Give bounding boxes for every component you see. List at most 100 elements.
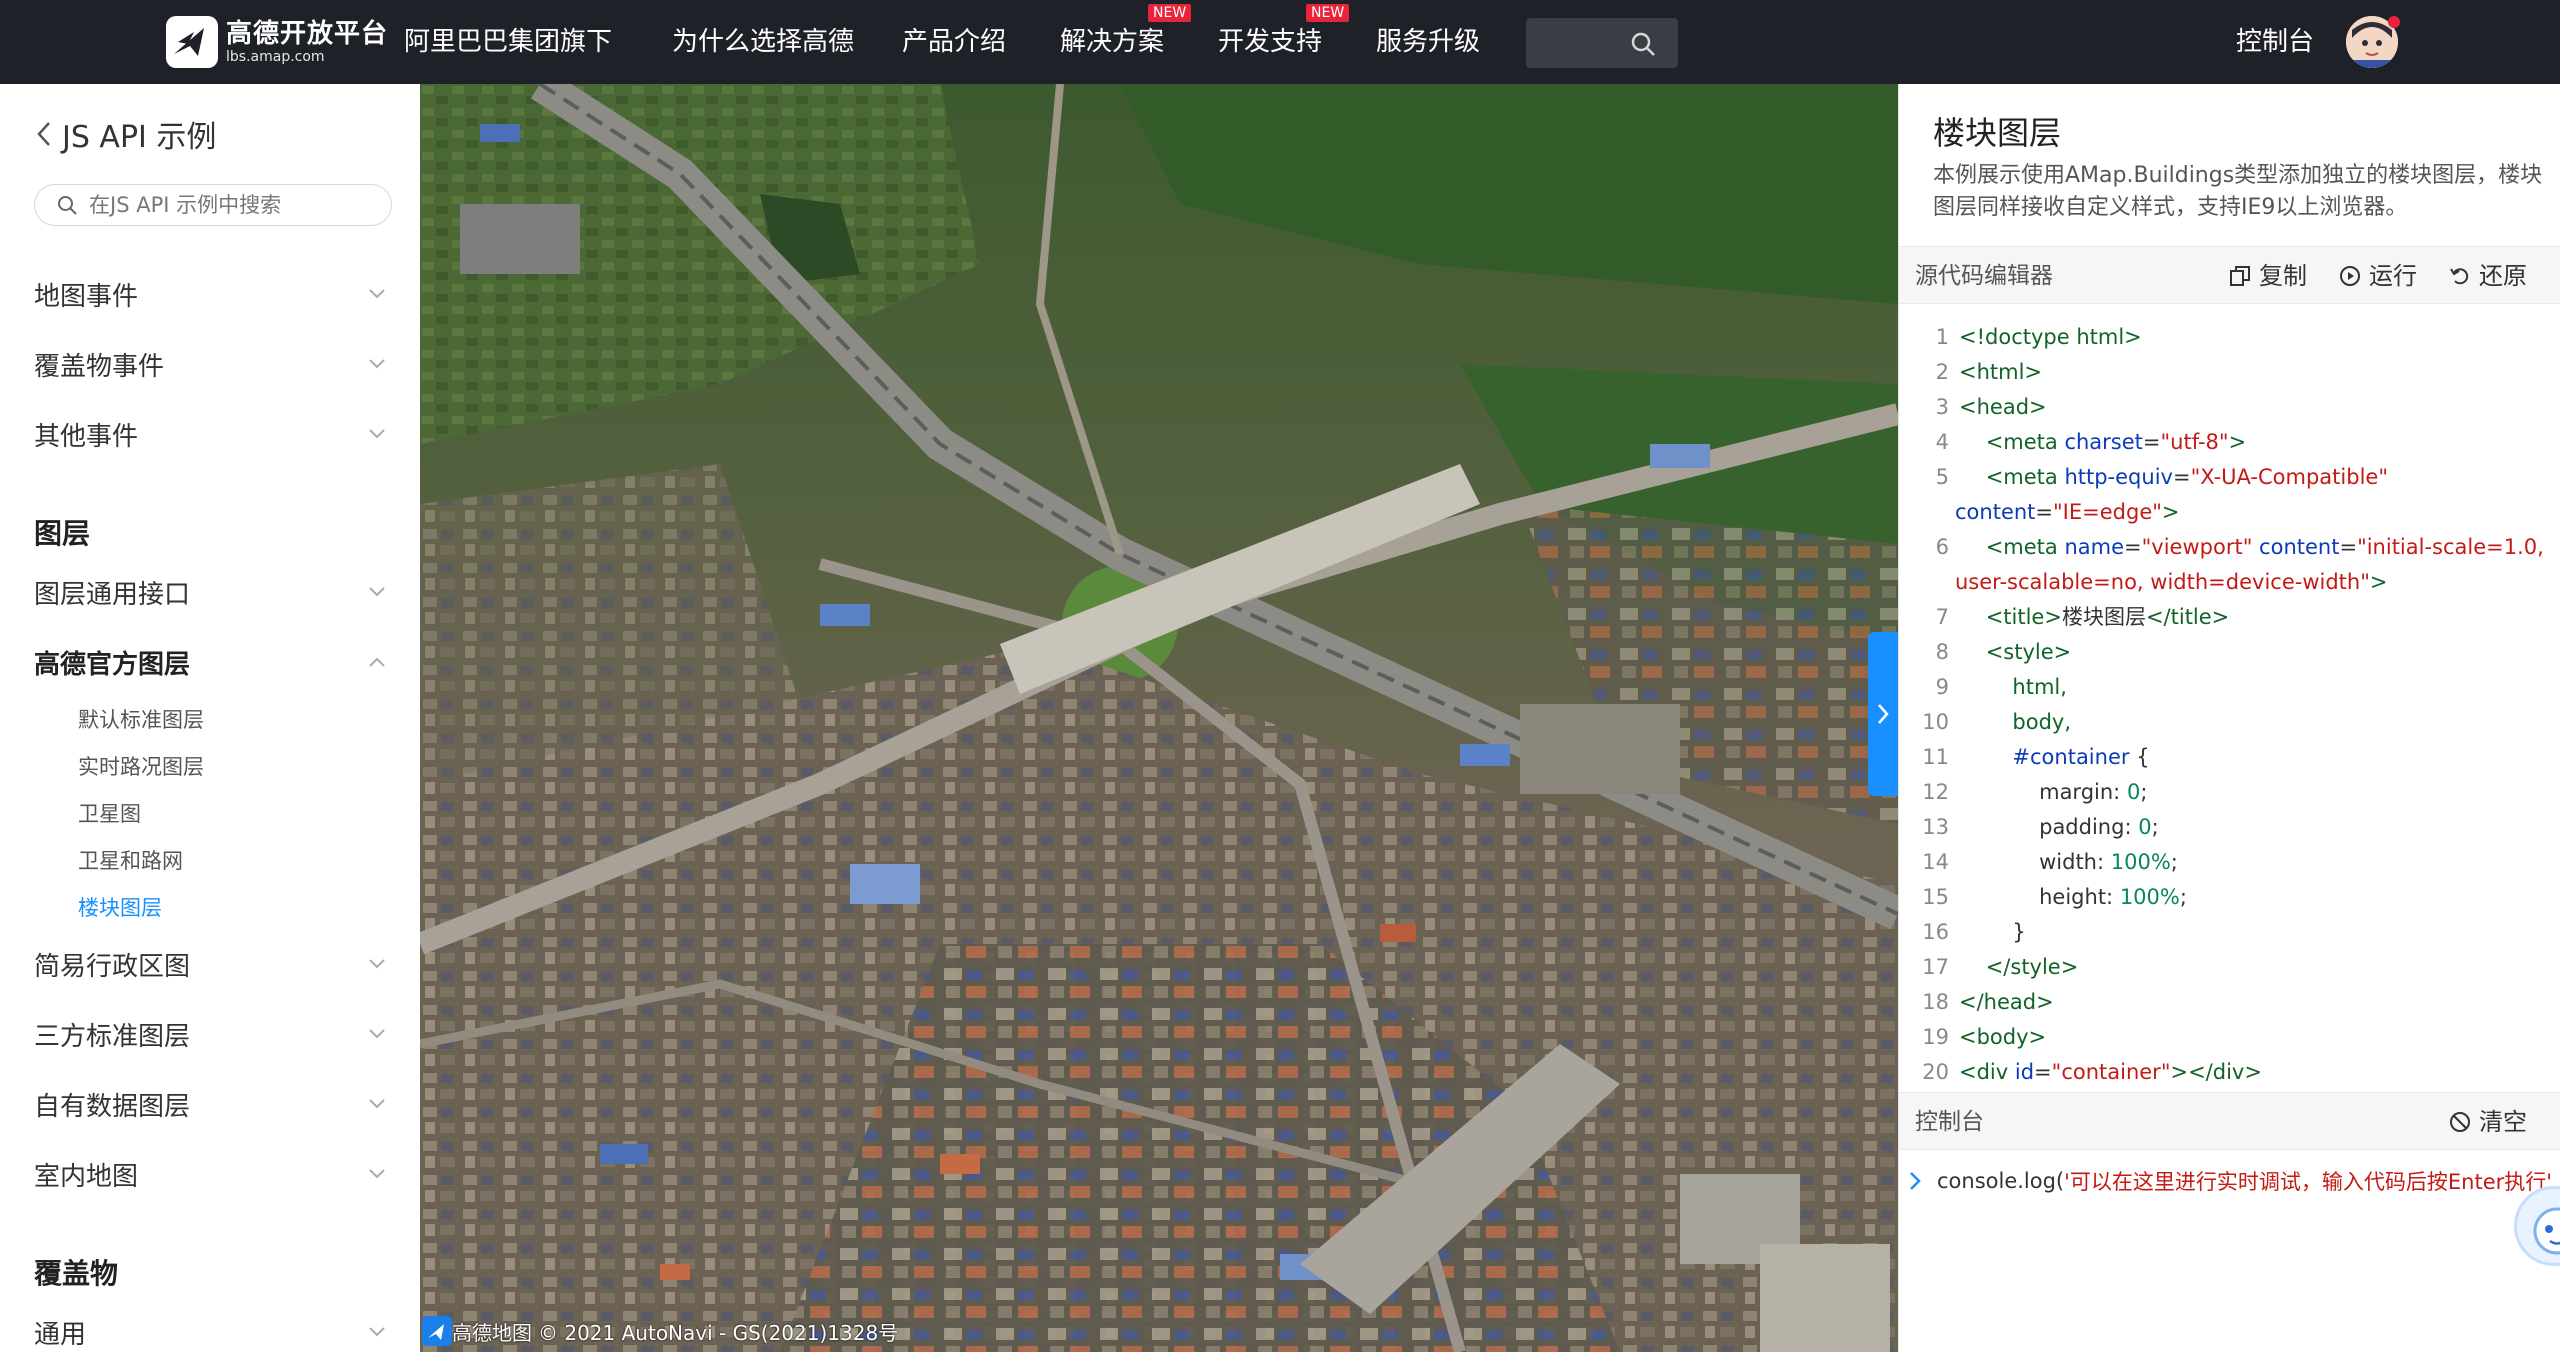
console-prompt-icon: [1910, 1172, 1921, 1190]
menu-label: 地图事件: [34, 281, 139, 312]
console-toolbar: 控制台 清空: [1899, 1092, 2560, 1150]
chevron-down-icon: [369, 959, 385, 969]
menu-simple-district[interactable]: 简易行政区图: [34, 944, 386, 984]
amap-logo[interactable]: 高德开放平台 lbs.amap.com: [164, 14, 388, 70]
top-navigation-bar: 高德开放平台 lbs.amap.com 阿里巴巴集团旗下 为什么选择高德 产品介…: [0, 0, 2560, 84]
copy-icon: [2230, 266, 2250, 286]
nav-why-amap[interactable]: 为什么选择高德: [672, 0, 854, 84]
code-line: 4 <meta charset="utf-8">: [1935, 430, 2247, 454]
menu-label: 室内地图: [34, 1161, 139, 1192]
chevron-down-icon: [369, 587, 385, 597]
code-line: 9 html,: [1935, 675, 2067, 699]
sub-traffic-layer[interactable]: 实时路况图层: [78, 751, 204, 781]
code-line: 17 </style>: [1922, 955, 2079, 979]
menu-label: 三方标准图层: [34, 1021, 191, 1052]
section-layers: 图层: [34, 517, 91, 550]
console-output-line[interactable]: console.log('可以在这里进行实时调试，输入代码后按Enter执行': [1909, 1166, 2552, 1196]
code-line: 3 <head>: [1935, 395, 2047, 419]
nav-service-upgrade[interactable]: 服务升级: [1376, 0, 1480, 84]
back-to-examples[interactable]: JS API 示例: [36, 114, 217, 155]
menu-indoor-map[interactable]: 室内地图: [34, 1154, 386, 1194]
clear-console-button[interactable]: 清空: [2449, 1093, 2527, 1151]
editor-toolbar: 源代码编辑器 复制 运行 还原: [1899, 246, 2560, 304]
chevron-down-icon: [369, 1029, 385, 1039]
code-line: 16 }: [1922, 920, 2026, 944]
code-line: 20 <div id="container"></div>: [1922, 1060, 2262, 1084]
console-link[interactable]: 控制台: [2236, 0, 2314, 84]
sub-default-layer[interactable]: 默认标准图层: [78, 704, 204, 734]
attribution-logo-text: 高德地图: [452, 1320, 532, 1345]
run-button[interactable]: 运行: [2339, 247, 2417, 305]
menu-layer-common[interactable]: 图层通用接口: [34, 572, 386, 612]
code-line: 7 <title>楼块图层</title>: [1935, 605, 2230, 629]
code-line: 14 width: 100%;: [1922, 850, 2178, 874]
chevron-down-icon: [369, 359, 385, 369]
chevron-down-icon: [369, 1169, 385, 1179]
restore-button[interactable]: 还原: [2449, 247, 2527, 305]
nav-dev-support[interactable]: 开发支持 NEW: [1218, 0, 1350, 84]
chevron-down-icon: [369, 1327, 385, 1337]
amap-logo-icon: [422, 1316, 452, 1346]
console-string: '可以在这里进行实时调试，输入代码后按Enter执行': [2064, 1170, 2553, 1194]
code-line: 11 #container {: [1922, 745, 2150, 769]
chevron-down-icon: [369, 429, 385, 439]
sub-buildings-layer[interactable]: 楼块图层: [78, 892, 162, 922]
nav-label: 开发支持: [1218, 27, 1323, 57]
menu-official-layers[interactable]: 高德官方图层: [34, 642, 386, 682]
nav-solutions[interactable]: 解决方案 NEW: [1060, 0, 1192, 84]
nav-label: 产品介绍: [902, 27, 1007, 57]
nav-label: 服务升级: [1376, 27, 1481, 57]
code-line: content="IE=edge">: [1955, 500, 2180, 524]
console-label: 控制台: [1915, 1109, 1984, 1135]
chevron-up-icon: [369, 657, 385, 667]
satellite-imagery: [420, 84, 1898, 1352]
clear-label: 清空: [2479, 1108, 2527, 1136]
demo-title: 楼块图层: [1933, 114, 2062, 152]
code-line: 12 margin: 0;: [1922, 780, 2148, 804]
nav-products[interactable]: 产品介绍: [902, 0, 1006, 84]
menu-overlay-events[interactable]: 覆盖物事件: [34, 344, 386, 384]
menu-map-events[interactable]: 地图事件: [34, 274, 386, 314]
code-line: 15 height: 100%;: [1922, 885, 2187, 909]
search-icon[interactable]: [1630, 31, 1656, 57]
menu-other-events[interactable]: 其他事件: [34, 414, 386, 454]
chevron-left-icon: [37, 122, 50, 146]
satellite-map-view[interactable]: 高德地图 © 2021 AutoNavi - GS(2021)1328号: [420, 84, 1898, 1352]
amap-attribution-logo[interactable]: 高德地图: [422, 1316, 532, 1346]
logo-title: 高德开放平台: [226, 19, 389, 49]
menu-overlay-common[interactable]: 通用: [34, 1312, 386, 1352]
new-badge: NEW: [1306, 4, 1350, 22]
top-search-box[interactable]: [1526, 18, 1678, 68]
code-line: 6 <meta name="viewport" content="initial…: [1935, 535, 2544, 559]
demo-description: 本例展示使用AMap.Buildings类型添加独立的楼块图层，楼块图层同样接收…: [1933, 163, 2543, 220]
clear-icon: [2450, 1112, 2470, 1132]
nav-label: 解决方案: [1060, 27, 1165, 57]
code-editor[interactable]: 1 <!doctype html> 2 <html> 3 <head> 4 <meta…: [1899, 320, 2560, 1090]
menu-own-data-layers[interactable]: 自有数据图层: [34, 1084, 386, 1124]
sub-satellite-roadnet[interactable]: 卫星和路网: [78, 845, 183, 875]
editor-label: 源代码编辑器: [1915, 263, 2053, 289]
nav-alibaba[interactable]: 阿里巴巴集团旗下: [404, 0, 612, 84]
example-search-box[interactable]: [34, 184, 392, 226]
restore-label: 还原: [2479, 262, 2527, 290]
menu-label: 自有数据图层: [34, 1091, 191, 1122]
attribution-text: © 2021 AutoNavi - GS(2021)1328号: [538, 1320, 899, 1345]
run-label: 运行: [2369, 262, 2417, 290]
code-line: 5 <meta http-equiv="X-UA-Compatible": [1935, 465, 2388, 489]
menu-third-party-layers[interactable]: 三方标准图层: [34, 1014, 386, 1054]
map-attribution: 高德地图 © 2021 AutoNavi - GS(2021)1328号: [422, 1316, 898, 1346]
example-search-input[interactable]: [89, 193, 369, 217]
chevron-down-icon: [369, 1099, 385, 1109]
logo-subtitle: lbs.amap.com: [226, 49, 325, 65]
back-label: JS API 示例: [62, 120, 217, 155]
panel-collapse-toggle[interactable]: [1868, 632, 1898, 796]
code-line: 18 </head>: [1922, 990, 2054, 1014]
sub-satellite-layer[interactable]: 卫星图: [78, 798, 141, 828]
play-icon: [2340, 266, 2360, 286]
copy-button[interactable]: 复制: [2229, 247, 2307, 305]
code-line: 19 <body>: [1922, 1025, 2047, 1049]
section-overlays: 覆盖物: [34, 1257, 119, 1290]
code-line: 1 <!doctype html>: [1935, 325, 2142, 349]
menu-label: 覆盖物事件: [34, 351, 165, 382]
menu-label: 简易行政区图: [34, 951, 191, 982]
